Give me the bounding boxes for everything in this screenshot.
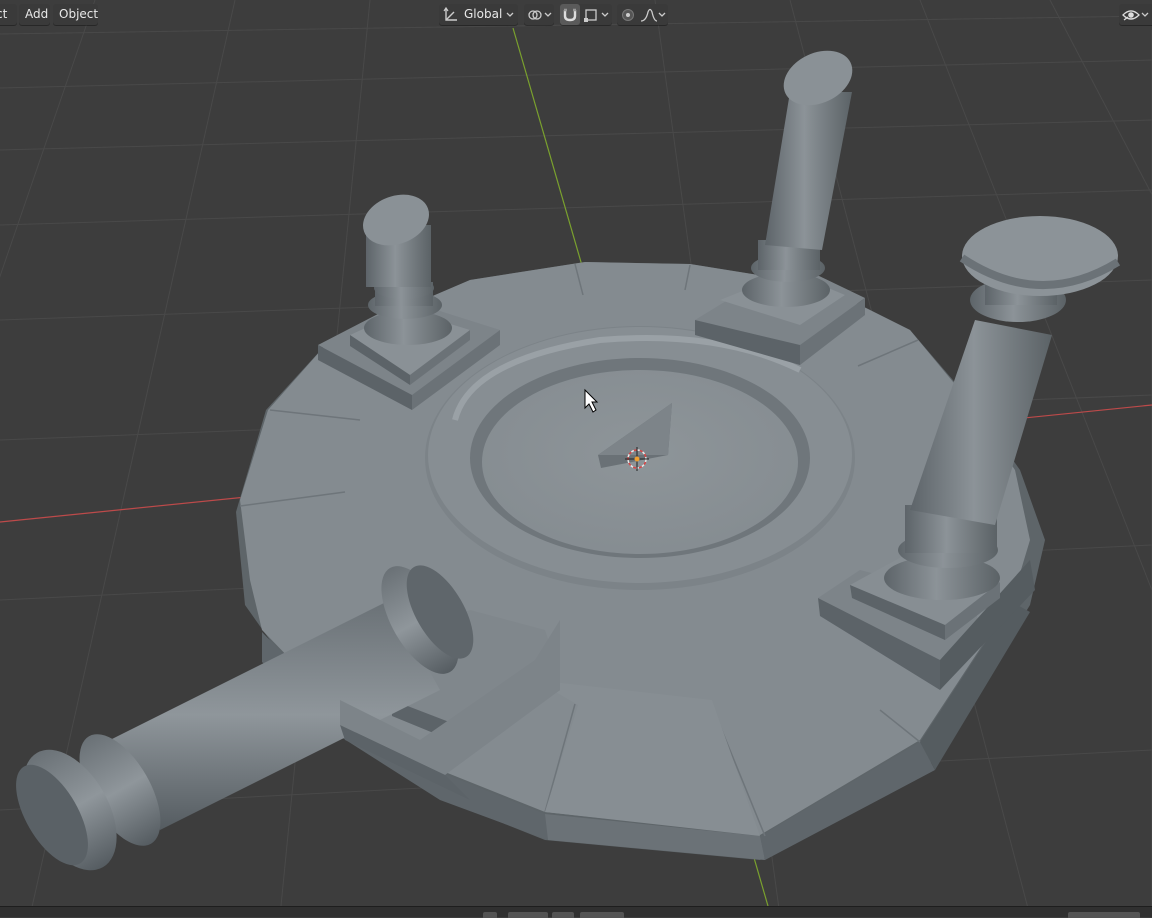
transform-orientation-label: Global [464, 7, 503, 21]
column-back-right[interactable] [695, 40, 865, 365]
timeline-control[interactable] [483, 912, 497, 918]
chevron-down-icon [505, 4, 515, 25]
chevron-down-icon [543, 4, 553, 25]
transform-orientation-icon [443, 4, 459, 25]
chevron-down-icon [1140, 4, 1150, 25]
chevron-down-icon[interactable] [657, 4, 667, 25]
add-menu[interactable]: Add [19, 4, 50, 25]
pivot-point-icon [527, 4, 543, 25]
proportional-editing-icon[interactable] [619, 4, 637, 25]
object-visibility-dropdown[interactable] [1119, 4, 1152, 25]
pivot-point-dropdown[interactable] [524, 4, 554, 25]
transform-orientation-dropdown[interactable]: Global [439, 4, 518, 25]
object-menu[interactable]: Object [53, 4, 98, 25]
timeline-control[interactable] [552, 912, 574, 918]
chevron-down-icon[interactable] [600, 4, 610, 25]
timeline-control[interactable] [1068, 912, 1140, 918]
object-visibility-eye-icon [1122, 4, 1140, 25]
snap-target-icon[interactable] [583, 4, 599, 25]
falloff-curve-icon[interactable] [640, 4, 658, 25]
timeline-header [0, 906, 1152, 918]
snap-toggle[interactable] [560, 4, 580, 25]
timeline-control[interactable] [508, 912, 548, 918]
snapping-group [560, 4, 612, 25]
select-menu[interactable]: ct [0, 4, 17, 25]
3d-viewport[interactable] [0, 0, 1152, 916]
proportional-editing-group [617, 4, 668, 25]
timeline-control[interactable] [580, 912, 624, 918]
